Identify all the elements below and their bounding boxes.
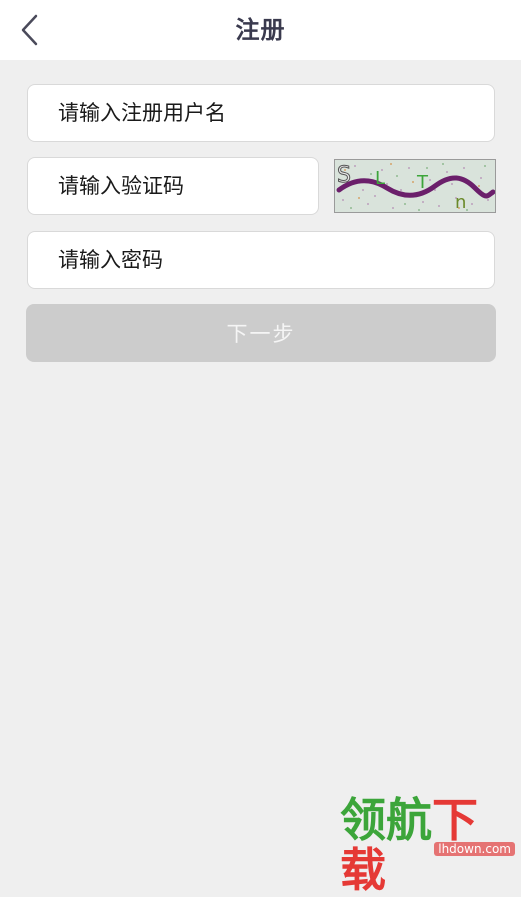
captcha-graphic: S L T n: [336, 163, 495, 212]
password-input[interactable]: [27, 231, 495, 289]
watermark-part1: 领航: [340, 793, 432, 847]
svg-text:T: T: [416, 172, 429, 193]
captcha-image[interactable]: S L T n: [334, 159, 496, 213]
page-title: 注册: [235, 16, 286, 44]
svg-text:S: S: [337, 163, 351, 188]
svg-text:L: L: [375, 168, 385, 189]
captcha-input[interactable]: [27, 157, 319, 215]
next-step-button[interactable]: 下一步: [26, 304, 496, 362]
watermark-logo: lhdown.com 领航下载: [338, 795, 521, 897]
app-header: 注册: [0, 0, 521, 60]
username-input[interactable]: [27, 84, 495, 142]
svg-text:n: n: [455, 192, 466, 212]
watermark-text: 领航下载: [340, 795, 521, 895]
